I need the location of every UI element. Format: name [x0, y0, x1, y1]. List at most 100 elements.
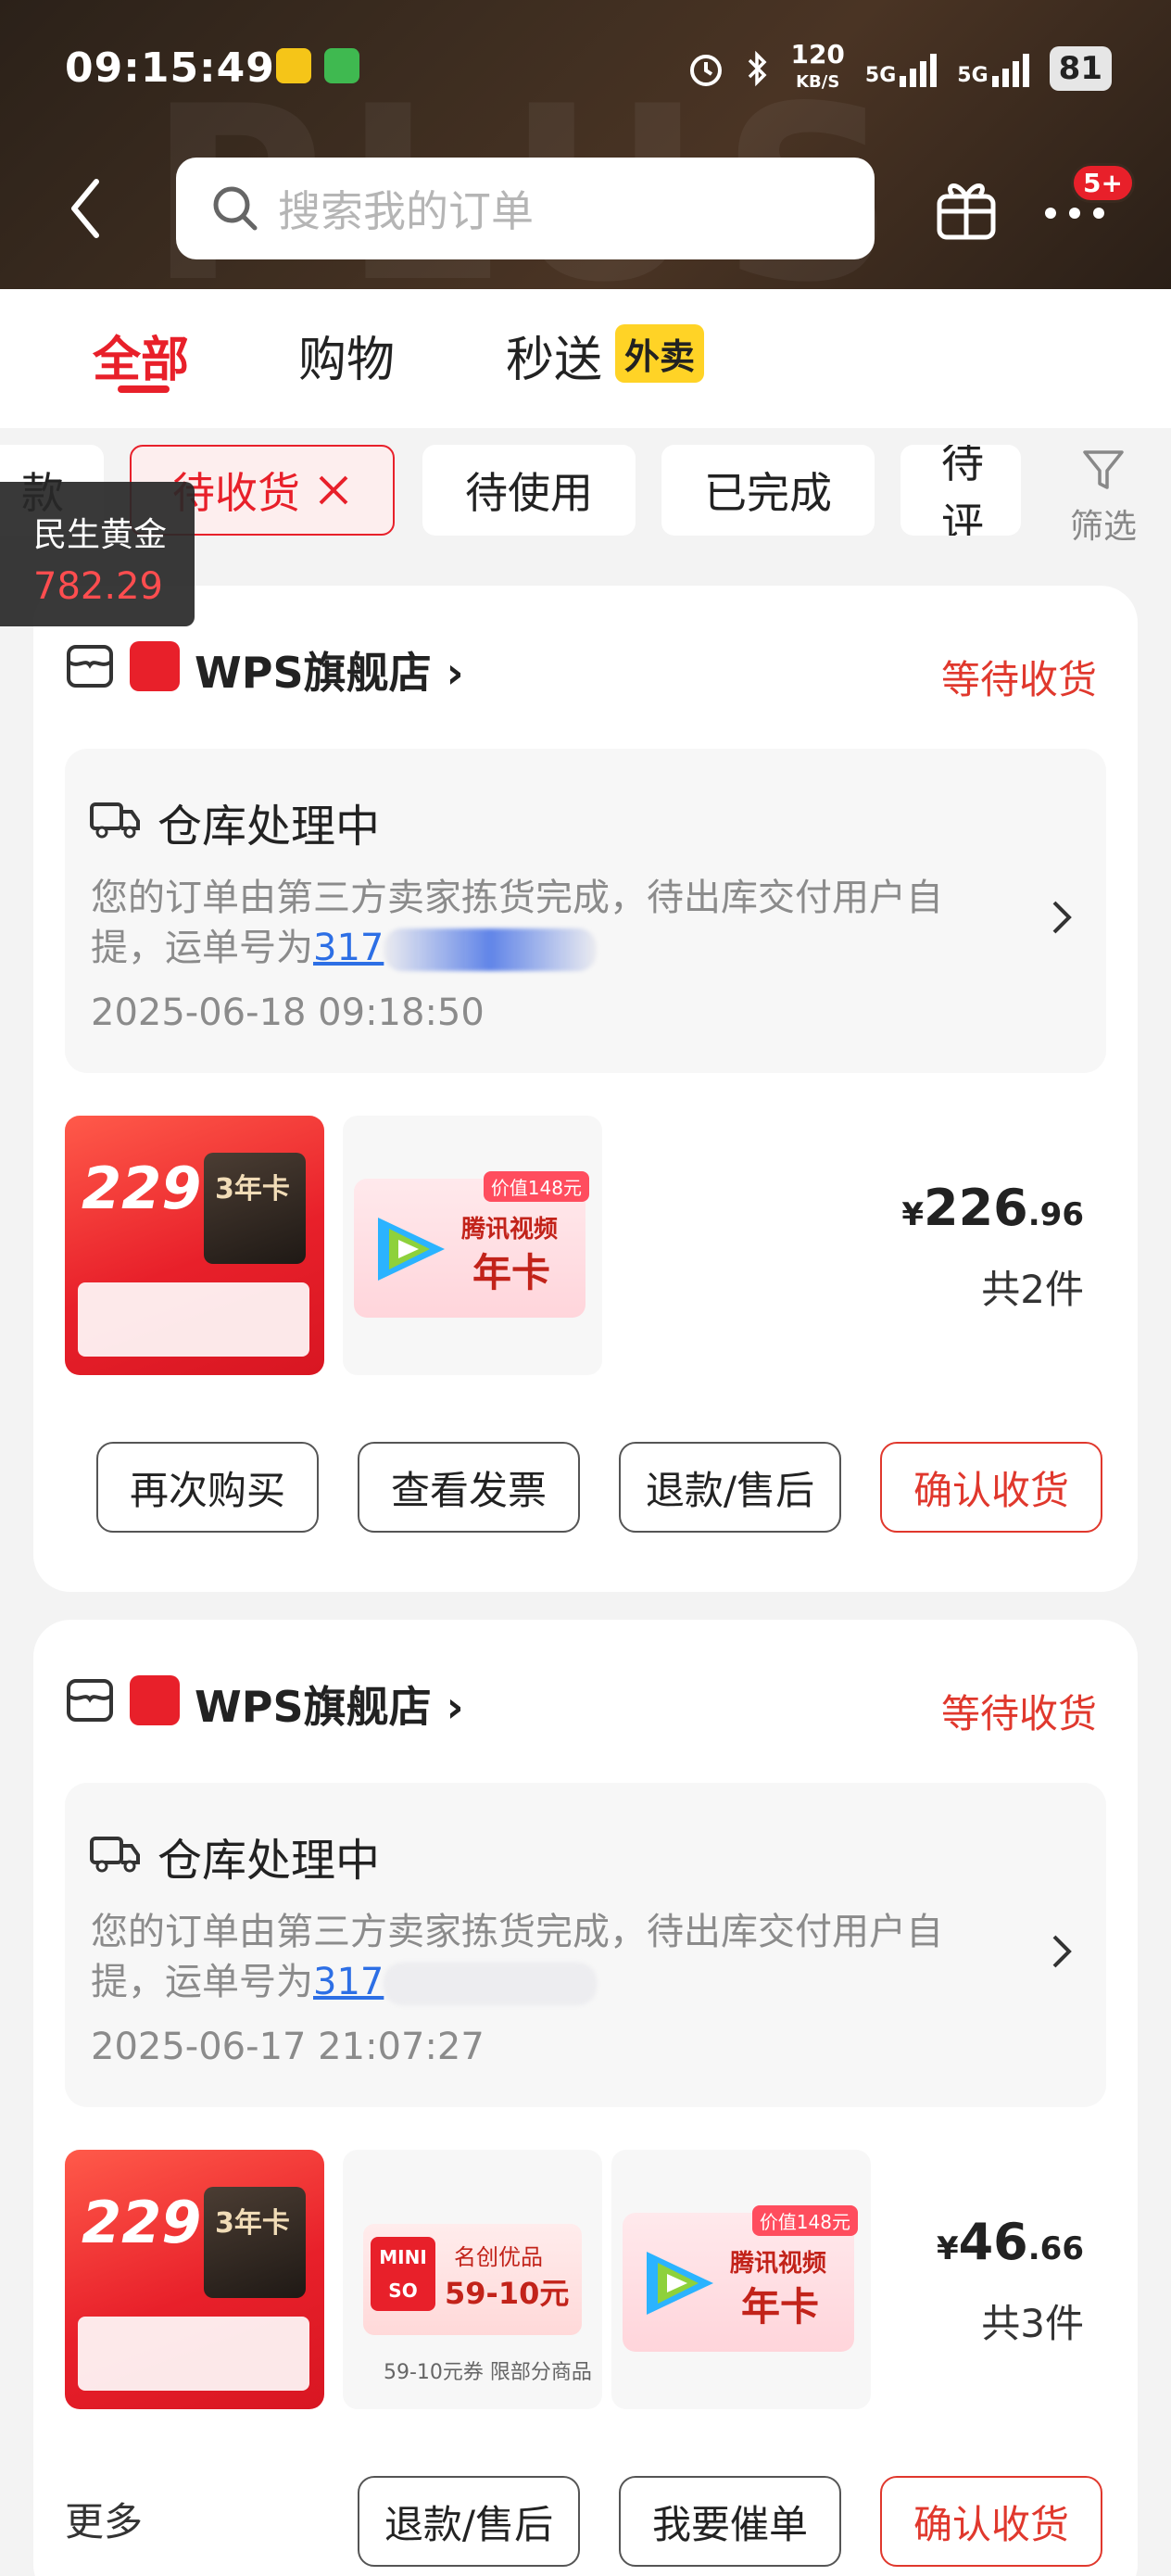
price-currency: ¥ — [901, 1196, 925, 1233]
search-placeholder: 搜索我的订单 — [278, 186, 534, 236]
shipping-title: 仓库处理中 — [157, 801, 381, 852]
tencent-title: 腾讯视频 — [461, 1216, 559, 1244]
store-name: WPS旗舰店 — [195, 648, 432, 698]
store-name-link[interactable]: WPS旗舰店 › — [195, 639, 464, 701]
gold-widget-value: 782.29 — [33, 565, 163, 608]
wps-logo — [130, 1675, 180, 1725]
refund-aftersale-button[interactable]: 退款/售后 — [358, 2476, 580, 2567]
wps-card-label: 3年卡 — [204, 1153, 306, 1264]
store-name-link[interactable]: WPS旗舰店 › — [195, 1673, 464, 1735]
alarm-icon — [690, 55, 723, 86]
product-thumbnail-wps[interactable]: 229 3年卡 — [65, 2150, 324, 2409]
funnel-icon — [1083, 450, 1124, 489]
confirm-receipt-button[interactable]: 确认收货 — [880, 2476, 1102, 2567]
takeout-badge: 外卖 — [615, 324, 705, 383]
more-actions-link[interactable]: 更多 — [65, 2491, 143, 2547]
miniso-caption: 59-10元券 限部分商品 — [384, 2361, 592, 2384]
price-decimal: .66 — [1027, 2230, 1084, 2267]
tab-shopping[interactable]: 购物 — [298, 321, 395, 390]
bluetooth-icon — [749, 50, 767, 87]
product-thumbnail-wps[interactable]: 229 3年卡 — [65, 1116, 324, 1375]
shop-icon — [67, 1679, 113, 1722]
confirm-receipt-button[interactable]: 确认收货 — [880, 1442, 1102, 1533]
view-invoice-button[interactable]: 查看发票 — [358, 1442, 580, 1533]
urge-order-button[interactable]: 我要催单 — [619, 2476, 841, 2567]
product-thumbnail-tencent-video[interactable]: 价值148元 腾讯视频 年卡 — [611, 2150, 871, 2409]
order-price: ¥46.66 — [937, 2213, 1084, 2271]
gold-widget-name: 民生黄金 — [33, 516, 168, 554]
filter-chip-label: 待评 — [941, 445, 984, 536]
shipping-desc-line2: 提，运单号为 — [91, 927, 313, 969]
header: PLUS 09:15:49 120 KB/S 5G 5G 81 搜索我的订单 5… — [0, 0, 1171, 289]
shipping-description: 您的订单由第三方卖家拣货完成，待出库交付用户自 提，运单号为317 — [91, 1907, 1017, 2007]
signal-1-label: 5G — [864, 64, 897, 87]
price-decimal: .96 — [1027, 1196, 1084, 1233]
net-speed-unit: KB/S — [796, 72, 840, 92]
order-status: 等待收货 — [940, 1691, 1097, 1736]
signal-2-icon — [991, 50, 1029, 87]
gift-icon[interactable] — [934, 172, 999, 243]
filter-button[interactable]: 筛选 — [1062, 448, 1145, 548]
signal-1-icon — [900, 50, 938, 87]
value-tag: 价值148元 — [483, 1171, 589, 1202]
filter-chip-label: 已完成 — [704, 468, 832, 518]
product-thumbnail-miniso[interactable]: MINI SO 名创优品 59-10元 59-10元券 限部分商品 — [343, 2150, 602, 2409]
shipping-description: 您的订单由第三方卖家拣货完成，待出库交付用户自 提，运单号为317 — [91, 873, 1017, 973]
buy-again-button[interactable]: 再次购买 — [96, 1442, 319, 1533]
refund-aftersale-button[interactable]: 退款/售后 — [619, 1442, 841, 1533]
tencent-subtitle: 年卡 — [472, 1250, 551, 1295]
shipping-info[interactable]: 仓库处理中 您的订单由第三方卖家拣货完成，待出库交付用户自 提，运单号为317 … — [65, 1783, 1106, 2107]
close-icon[interactable] — [315, 472, 352, 509]
tracking-number-link[interactable]: 317 — [313, 927, 384, 969]
filter-chip-label: 待使用 — [465, 468, 593, 518]
value-tag: 价值148元 — [751, 2205, 858, 2236]
shipping-time: 2025-06-18 09:18:50 — [91, 991, 485, 1034]
tencent-subtitle: 年卡 — [741, 2284, 820, 2330]
notification-badge: 5+ — [1071, 163, 1135, 203]
wps-price-text: 229 — [82, 2189, 202, 2256]
status-time: 09:15:49 — [65, 44, 275, 92]
tab-instant[interactable]: 秒送 — [506, 321, 602, 390]
order-status: 等待收货 — [940, 657, 1097, 702]
shop-icon — [67, 645, 113, 688]
shipping-info[interactable]: 仓库处理中 您的订单由第三方卖家拣货完成，待出库交付用户自 提，运单号为317 … — [65, 749, 1106, 1073]
order-type-tabs: 全部 购物 秒送 外卖 — [0, 289, 1171, 428]
miniso-logo: MINI SO — [371, 2237, 435, 2311]
search-input[interactable]: 搜索我的订单 — [176, 158, 875, 259]
store-name: WPS旗舰店 — [195, 1682, 432, 1732]
shipping-title: 仓库处理中 — [157, 1835, 381, 1887]
status-indicators: 120 KB/S 5G 5G 81 — [686, 42, 1112, 95]
tencent-video-play-icon — [378, 1218, 445, 1281]
product-thumbnail-tencent-video[interactable]: 价值148元 腾讯视频 年卡 — [343, 1116, 602, 1375]
order-price: ¥226.96 — [901, 1179, 1084, 1237]
wps-benefit-rows — [78, 1282, 309, 1357]
price-currency: ¥ — [936, 2230, 959, 2267]
order-card[interactable]: WPS旗舰店 › 等待收货 仓库处理中 您的订单由第三方卖家拣货完成，待出库交付… — [33, 1620, 1138, 2576]
tracking-number-link[interactable]: 317 — [313, 1961, 384, 2003]
filter-chip-to-review[interactable]: 待评 — [900, 445, 1021, 536]
tencent-video-play-icon — [647, 2252, 713, 2315]
chevron-right-icon — [1052, 1935, 1072, 1968]
order-card[interactable]: WPS旗舰店 › 等待收货 仓库处理中 您的订单由第三方卖家拣货完成，待出库交付… — [33, 586, 1138, 1592]
redacted-tracking — [384, 1963, 598, 2005]
order-quantity: 共3件 — [981, 2301, 1084, 2346]
shipping-desc-line2: 提，运单号为 — [91, 1961, 313, 2003]
message-notification-icon — [324, 48, 359, 83]
wps-price-text: 229 — [82, 1155, 202, 1222]
miniso-value: 59-10元 — [445, 2276, 570, 2311]
tencent-title: 腾讯视频 — [730, 2250, 827, 2278]
wps-benefit-rows — [78, 2317, 309, 2391]
filter-label: 筛选 — [1069, 508, 1137, 546]
chevron-right-icon — [1052, 901, 1072, 934]
floating-gold-widget[interactable]: 民生黄金 782.29 — [0, 482, 195, 626]
filter-chip-completed[interactable]: 已完成 — [661, 445, 875, 536]
wps-card-label: 3年卡 — [204, 2187, 306, 2298]
wps-logo — [130, 641, 180, 691]
email-notification-icon — [276, 48, 311, 83]
filter-chip-to-use[interactable]: 待使用 — [422, 445, 636, 536]
shipping-time: 2025-06-17 21:07:27 — [91, 2026, 485, 2068]
back-arrow-icon[interactable] — [67, 176, 104, 241]
truck-icon — [90, 1837, 140, 1873]
redacted-tracking — [384, 928, 598, 971]
tab-all[interactable]: 全部 — [93, 321, 189, 390]
